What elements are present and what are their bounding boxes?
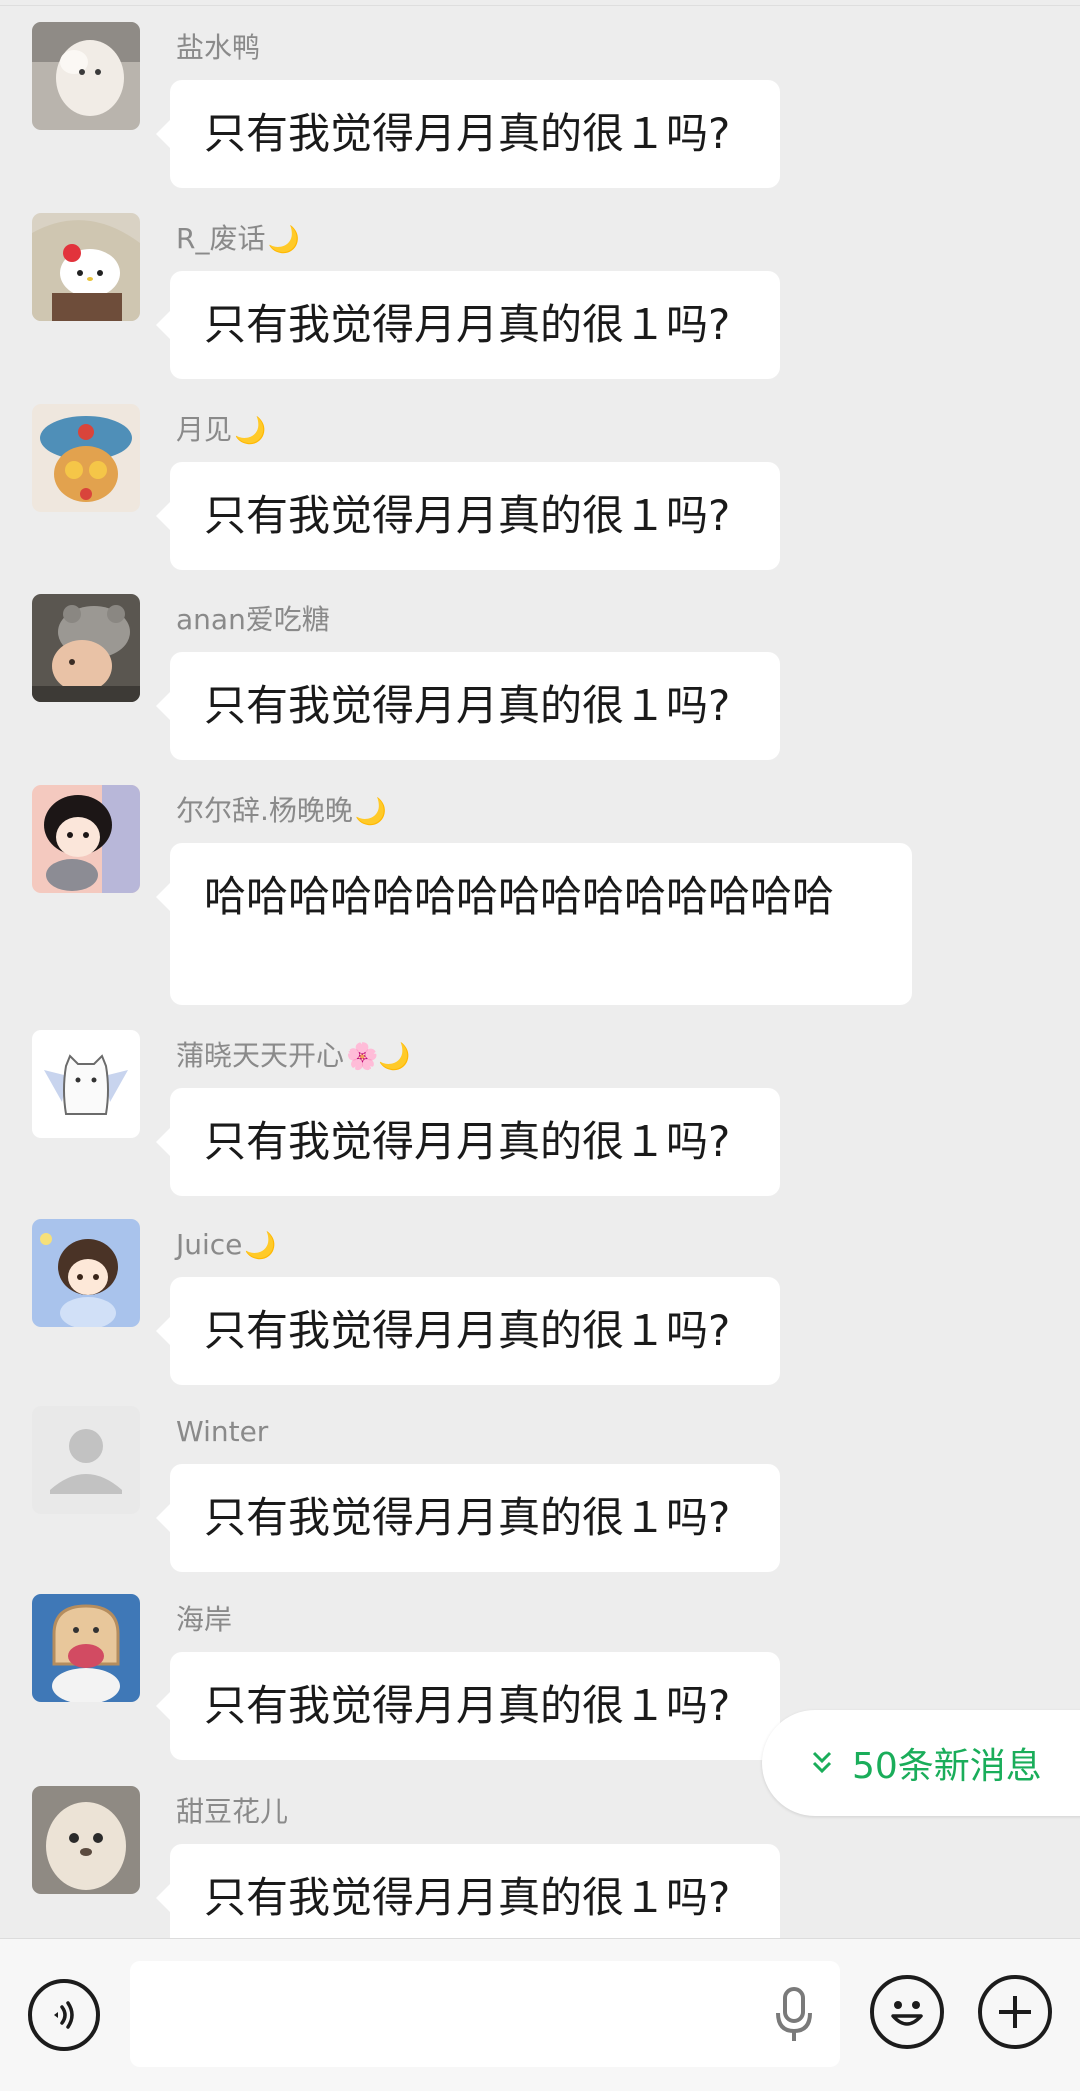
message-bubble[interactable]: 只有我觉得月月真的很１吗? bbox=[156, 271, 780, 379]
toast-plush-avatar[interactable] bbox=[32, 1594, 140, 1702]
bear-hat-avatar[interactable] bbox=[32, 404, 140, 512]
default-person-avatar[interactable] bbox=[32, 1406, 140, 1514]
new-messages-label: 50条新消息 bbox=[852, 1746, 1042, 1787]
message-bubble[interactable]: 只有我觉得月月真的很１吗? bbox=[156, 80, 780, 188]
baby-avatar[interactable] bbox=[32, 594, 140, 702]
anime-chibi-avatar[interactable] bbox=[32, 1219, 140, 1327]
message-bubble[interactable]: 只有我觉得月月真的很１吗? bbox=[156, 462, 780, 570]
voice-toggle-button[interactable] bbox=[28, 1979, 100, 2051]
message-bubble[interactable]: 只有我觉得月月真的很１吗? bbox=[156, 1088, 780, 1196]
sender-name: Juice🌙 bbox=[176, 1228, 277, 1261]
message-bubble[interactable]: 只有我觉得月月真的很１吗? bbox=[156, 1844, 780, 1952]
sender-name: 蒲晓天天开心🌸🌙 bbox=[176, 1039, 411, 1072]
voice-icon bbox=[54, 2001, 74, 2029]
sender-name: 甜豆花儿 bbox=[176, 1795, 289, 1828]
message-bubble[interactable]: 只有我觉得月月真的很１吗? bbox=[156, 652, 780, 760]
more-actions-button[interactable] bbox=[978, 1975, 1052, 2049]
sender-name: anan爱吃糖 bbox=[176, 603, 330, 636]
sender-name: 月见🌙 bbox=[176, 413, 267, 446]
ghost-cat-avatar[interactable] bbox=[32, 1030, 140, 1138]
input-toolbar bbox=[0, 1938, 1080, 2091]
sender-name: 海岸 bbox=[176, 1603, 233, 1636]
message-input[interactable] bbox=[130, 1961, 840, 2067]
sender-name: R_废话🌙 bbox=[176, 222, 300, 255]
emoji-icon bbox=[891, 2001, 923, 2026]
message-bubble[interactable]: 只有我觉得月月真的很１吗? bbox=[156, 1464, 780, 1572]
message-bubble[interactable]: 只有我觉得月月真的很１吗? bbox=[156, 1277, 780, 1385]
seal-avatar[interactable] bbox=[32, 1786, 140, 1894]
sender-name: 盐水鸭 bbox=[176, 31, 261, 64]
emoji-button[interactable] bbox=[870, 1975, 944, 2049]
new-messages-button[interactable]: 50条新消息 bbox=[762, 1710, 1080, 1816]
white-dog-avatar[interactable] bbox=[32, 22, 140, 130]
message-bubble[interactable]: 哈哈哈哈哈哈哈哈哈哈哈哈哈哈哈 bbox=[156, 843, 912, 1005]
sender-name: 尔尔辞.杨晚晚🌙 bbox=[176, 794, 388, 827]
microphone-icon[interactable] bbox=[772, 1985, 816, 2043]
message-bubble[interactable]: 只有我觉得月月真的很１吗? bbox=[156, 1652, 780, 1760]
chat-message-list[interactable]: 盐水鸭 只有我觉得月月真的很１吗? R_废话🌙 只有我觉得月月真的很１吗? 月见… bbox=[0, 0, 1080, 1952]
plus-icon bbox=[999, 1996, 1031, 2028]
sender-name: Winter bbox=[176, 1415, 269, 1448]
anime-girl-avatar[interactable] bbox=[32, 785, 140, 893]
hello-kitty-avatar[interactable] bbox=[32, 213, 140, 321]
double-chevron-down-icon bbox=[812, 1751, 832, 1774]
